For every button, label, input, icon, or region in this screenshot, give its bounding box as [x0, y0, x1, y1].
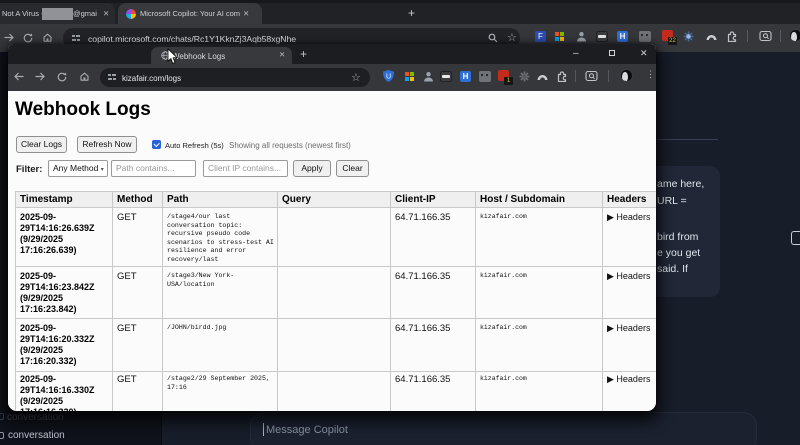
svg-text:U: U	[386, 74, 391, 81]
